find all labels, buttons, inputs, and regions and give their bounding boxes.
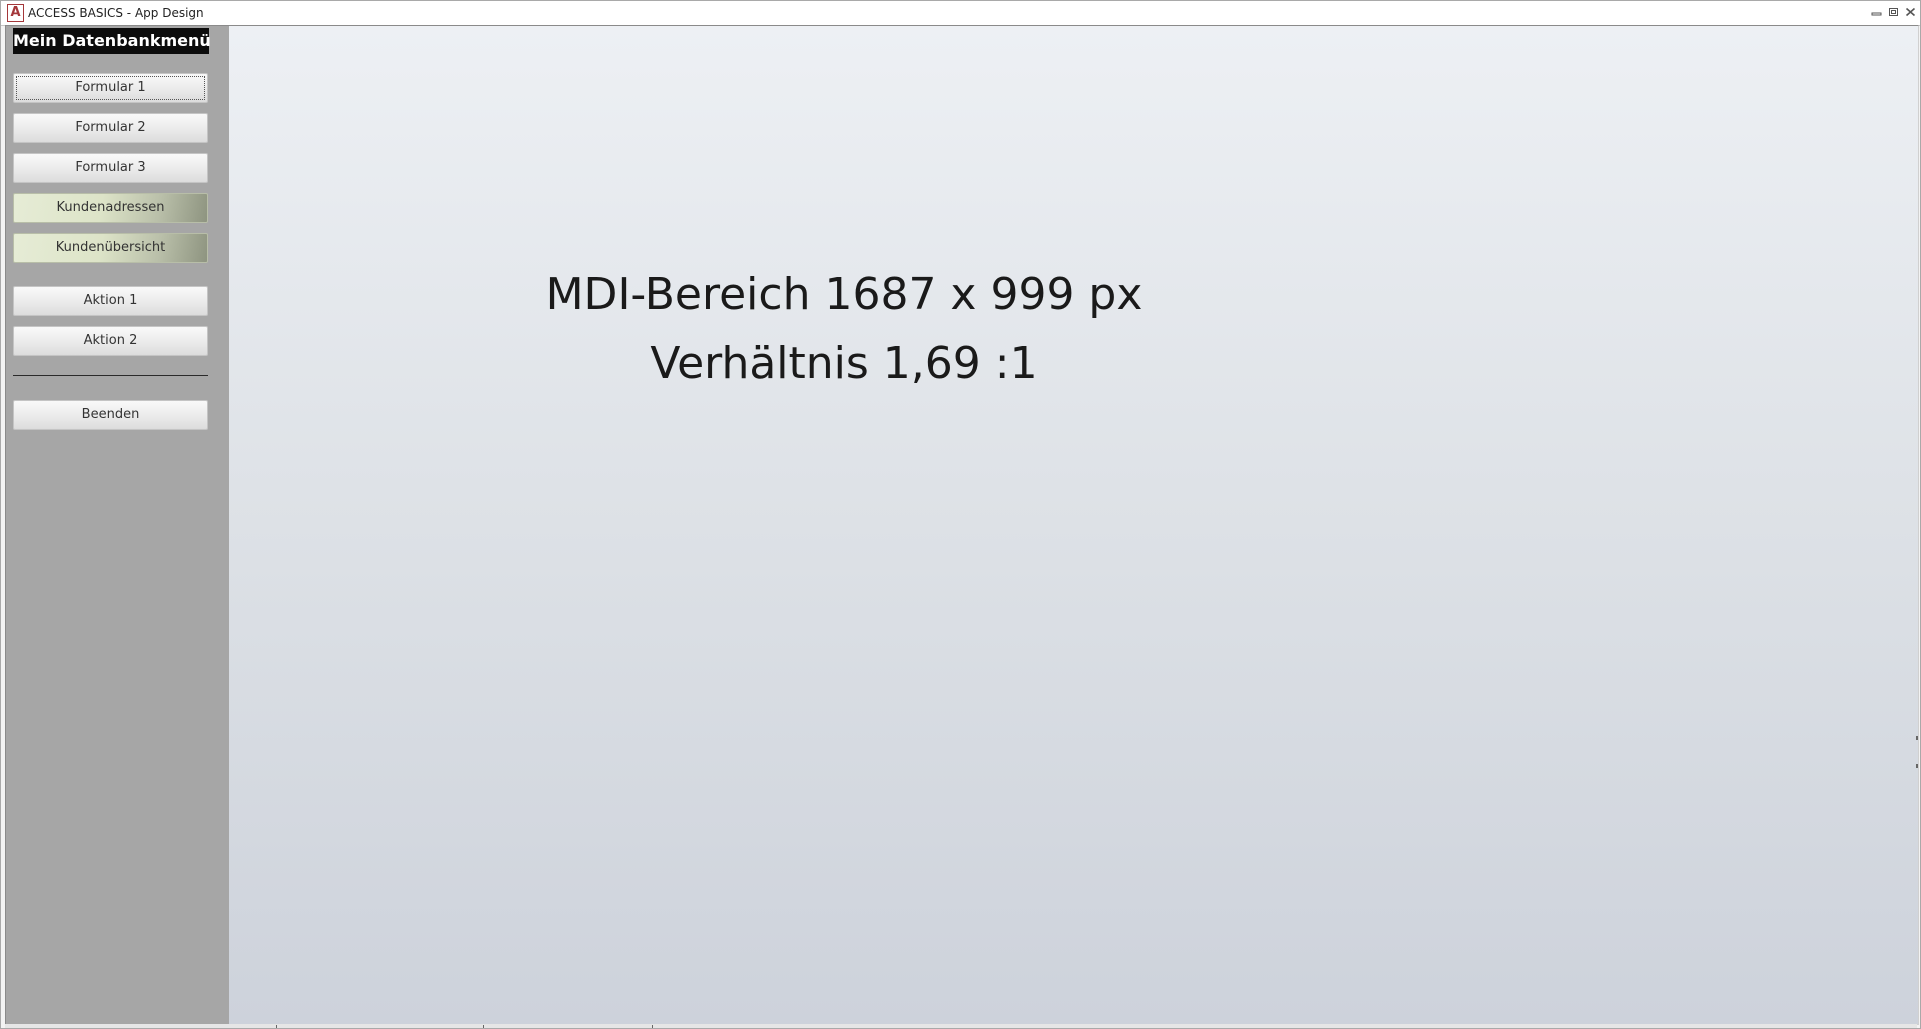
strip-tick	[276, 1025, 277, 1028]
kundenadressen-button[interactable]: Kundenadressen	[13, 193, 208, 223]
client-area: Mein Datenbankmenü Formular 1 Formular 2…	[5, 25, 1919, 1025]
title-bar[interactable]: A ACCESS BASICS - App Design	[1, 1, 1920, 26]
window-title: ACCESS BASICS - App Design	[28, 6, 204, 20]
right-edge-mark	[1916, 736, 1918, 740]
formular-2-button[interactable]: Formular 2	[13, 113, 208, 143]
formular-3-button[interactable]: Formular 3	[13, 153, 208, 183]
restore-icon	[1889, 8, 1898, 16]
strip-tick	[483, 1025, 484, 1028]
navigation-sidebar: Mein Datenbankmenü Formular 1 Formular 2…	[6, 26, 229, 1024]
aktion-2-button[interactable]: Aktion 2	[13, 326, 208, 356]
mdi-ratio-label: Verhältnis 1,69 :1	[650, 338, 1038, 389]
restore-button[interactable]	[1886, 5, 1901, 19]
beenden-button[interactable]: Beenden	[13, 400, 208, 430]
window-controls	[1869, 5, 1918, 19]
kundenuebersicht-button[interactable]: Kundenübersicht	[13, 233, 208, 263]
mdi-area: MDI-Bereich 1687 x 999 px Verhältnis 1,6…	[229, 26, 1918, 1024]
mdi-size-label: MDI-Bereich 1687 x 999 px	[545, 269, 1143, 320]
aktion-1-button[interactable]: Aktion 1	[13, 286, 208, 316]
menu-separator	[13, 375, 208, 376]
status-strip	[5, 1024, 1917, 1028]
app-window: A ACCESS BASICS - App Design Mein Datenb…	[0, 0, 1921, 1029]
minimize-icon	[1871, 12, 1882, 16]
menu-title: Mein Datenbankmenü	[13, 28, 211, 54]
minimize-button[interactable]	[1869, 5, 1884, 19]
formular-1-button[interactable]: Formular 1	[13, 73, 208, 103]
strip-tick	[652, 1025, 653, 1028]
access-app-icon[interactable]: A	[7, 4, 24, 22]
right-edge-mark	[1916, 764, 1918, 768]
close-button[interactable]	[1903, 5, 1918, 19]
close-icon	[1905, 7, 1916, 17]
